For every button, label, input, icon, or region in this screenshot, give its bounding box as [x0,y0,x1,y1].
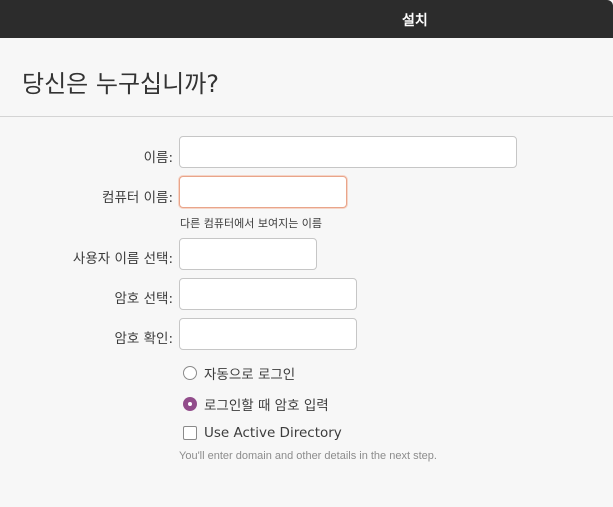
auto-login-option[interactable]: 자동으로 로그인 [183,363,295,383]
username-input[interactable] [179,238,317,270]
name-label: 이름: [143,150,173,166]
auto-login-label: 자동으로 로그인 [204,367,296,383]
computer-name-input[interactable] [179,176,347,208]
active-directory-option[interactable]: Use Active Directory [183,425,342,441]
window-title: 설치 [402,13,428,29]
password-confirm-label: 암호 확인: [114,331,173,347]
active-directory-label: Use Active Directory [204,425,342,441]
active-directory-note: You'll enter domain and other details in… [179,450,437,462]
page-title: 당신은 누구십니까? [22,70,220,98]
password-label: 암호 선택: [114,291,173,307]
password-confirm-input[interactable] [179,318,357,350]
username-label: 사용자 이름 선택: [72,251,173,267]
require-password-option[interactable]: 로그인할 때 암호 입력 [183,394,329,414]
page-header: 당신은 누구십니까? [0,38,613,117]
computer-name-hint: 다른 컴퓨터에서 보여지는 이름 [180,217,323,230]
require-password-radio[interactable] [183,397,197,411]
auto-login-radio[interactable] [183,366,197,380]
computer-name-label: 컴퓨터 이름: [102,190,173,206]
user-form: 이름: 컴퓨터 이름: 다른 컴퓨터에서 보여지는 이름 사용자 이름 선택: … [0,117,613,507]
password-input[interactable] [179,278,357,310]
require-password-label: 로그인할 때 암호 입력 [204,398,329,414]
window-titlebar: 설치 [0,0,613,38]
active-directory-checkbox[interactable] [183,426,197,440]
name-input[interactable] [179,136,517,168]
